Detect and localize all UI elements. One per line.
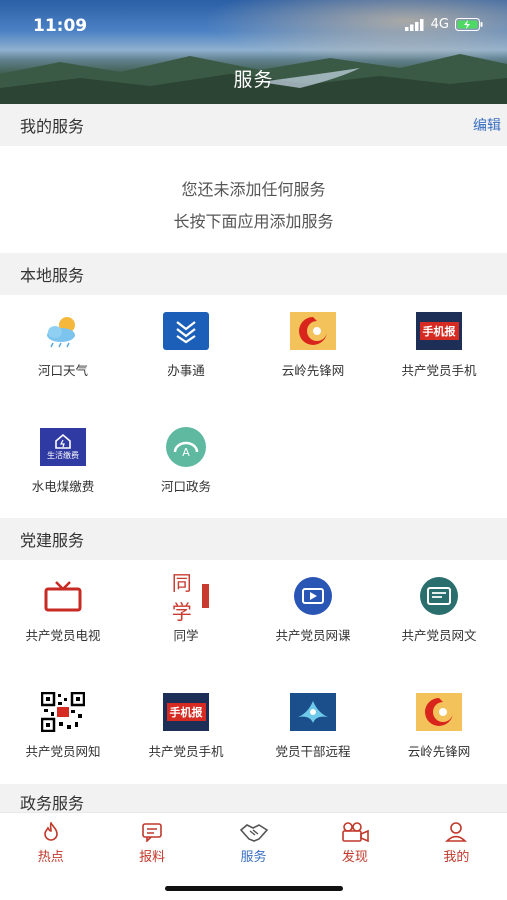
- service-yunling[interactable]: 云岭先锋网: [250, 311, 376, 379]
- service-yunling-2[interactable]: 云岭先锋网: [376, 692, 502, 760]
- shoujibao-text: 手机报: [166, 703, 206, 721]
- my-services-title: 我的服务: [20, 117, 85, 136]
- home-indicator[interactable]: [165, 886, 343, 891]
- utility-payment-icon: 生活缴费: [40, 427, 86, 467]
- signal-icon: [404, 18, 424, 31]
- video-camera-icon: [342, 822, 369, 842]
- weather-icon: [40, 311, 86, 351]
- qr-code-icon: [40, 692, 86, 732]
- service-online-course[interactable]: 共产党员网课: [250, 576, 376, 644]
- header-banner: 11:09 4G 服务: [0, 0, 507, 104]
- tab-mine[interactable]: 我的: [406, 813, 507, 870]
- shoujibao-icon: 手机报: [163, 692, 209, 732]
- tv-icon: [40, 576, 86, 616]
- message-icon: [142, 823, 162, 842]
- tab-report[interactable]: 报料: [101, 813, 202, 870]
- article-icon: [416, 576, 462, 616]
- service-banshitong[interactable]: 办事通: [123, 311, 249, 379]
- tongxue-icon-text: 同学: [171, 571, 192, 624]
- battery-icon: [455, 18, 483, 31]
- gov-services-title: 政务服务: [20, 794, 85, 813]
- service-utility-payment[interactable]: 生活缴费 水电煤缴费: [0, 427, 126, 495]
- item-label: 共产党员网知: [25, 744, 101, 759]
- service-tongxue[interactable]: 同学 同学: [123, 571, 249, 644]
- service-party-article[interactable]: 共产党员网文: [376, 576, 502, 644]
- item-label: 水电煤缴费: [31, 479, 95, 494]
- shoujibao-icon: 手机报: [416, 311, 462, 351]
- party-services-header: 党建服务: [0, 518, 507, 560]
- shoujibao-text: 手机报: [419, 322, 459, 340]
- hekou-gov-icon: A: [163, 427, 209, 467]
- person-icon: [445, 822, 468, 842]
- tongxue-icon: 同学: [163, 571, 209, 624]
- tab-label: 服务: [240, 850, 267, 865]
- yunling-icon: [290, 311, 336, 351]
- my-services-header: 我的服务 编辑: [0, 104, 507, 146]
- item-label: 共产党员网文: [401, 628, 477, 643]
- service-shoujibao[interactable]: 手机报 共产党员手机: [376, 311, 502, 379]
- service-weather[interactable]: 河口天气: [0, 311, 126, 379]
- yunling-icon: [416, 692, 462, 732]
- tab-label: 我的: [443, 850, 470, 865]
- service-party-tv[interactable]: 共产党员电视: [0, 576, 126, 644]
- network-label: 4G: [430, 17, 449, 32]
- edit-button[interactable]: 编辑: [473, 115, 501, 135]
- service-hekou-gov[interactable]: A 河口政务: [123, 427, 249, 495]
- item-label: 共产党员网课: [275, 628, 351, 643]
- empty-message-line2: 长按下面应用添加服务: [173, 212, 334, 231]
- status-time: 11:09: [33, 16, 88, 36]
- item-label: 云岭先锋网: [407, 744, 471, 759]
- svg-text:A: A: [182, 446, 190, 459]
- bottom-tab-bar: 热点 报料 服务 发现 我的: [0, 812, 507, 870]
- item-label: 共产党员手机: [148, 744, 224, 759]
- handshake-icon: [239, 824, 268, 842]
- item-label: 河口天气: [37, 363, 88, 378]
- item-label: 同学: [173, 628, 199, 643]
- tab-hot[interactable]: 热点: [0, 813, 101, 870]
- item-label: 办事通: [167, 363, 205, 378]
- tab-discover[interactable]: 发现: [304, 813, 405, 870]
- page-title: 服务: [233, 69, 274, 91]
- tab-label: 发现: [341, 850, 368, 865]
- party-services-title: 党建服务: [20, 531, 85, 550]
- banshitong-icon: [163, 311, 209, 351]
- utility-icon-text: 生活缴费: [47, 451, 79, 460]
- flame-icon: [43, 822, 58, 841]
- tab-label: 报料: [139, 850, 166, 865]
- local-services-header: 本地服务: [0, 253, 507, 295]
- local-services-title: 本地服务: [20, 266, 85, 285]
- empty-message-line1: 您还未添加任何服务: [181, 180, 326, 199]
- service-remote-education[interactable]: 党员干部远程: [250, 692, 376, 760]
- item-label: 河口政务: [160, 479, 211, 494]
- service-party-knowledge[interactable]: 共产党员网知: [0, 692, 126, 760]
- item-label: 党员干部远程: [275, 744, 351, 759]
- item-label: 云岭先锋网: [281, 363, 345, 378]
- tab-label: 热点: [37, 850, 64, 865]
- item-label: 共产党员手机: [401, 363, 477, 378]
- online-course-icon: [290, 576, 336, 616]
- service-shoujibao-2[interactable]: 手机报 共产党员手机: [123, 692, 249, 760]
- item-label: 共产党员电视: [25, 628, 101, 643]
- status-icons: 4G: [404, 17, 483, 32]
- remote-education-icon: [290, 692, 336, 732]
- tab-service[interactable]: 服务: [203, 813, 304, 870]
